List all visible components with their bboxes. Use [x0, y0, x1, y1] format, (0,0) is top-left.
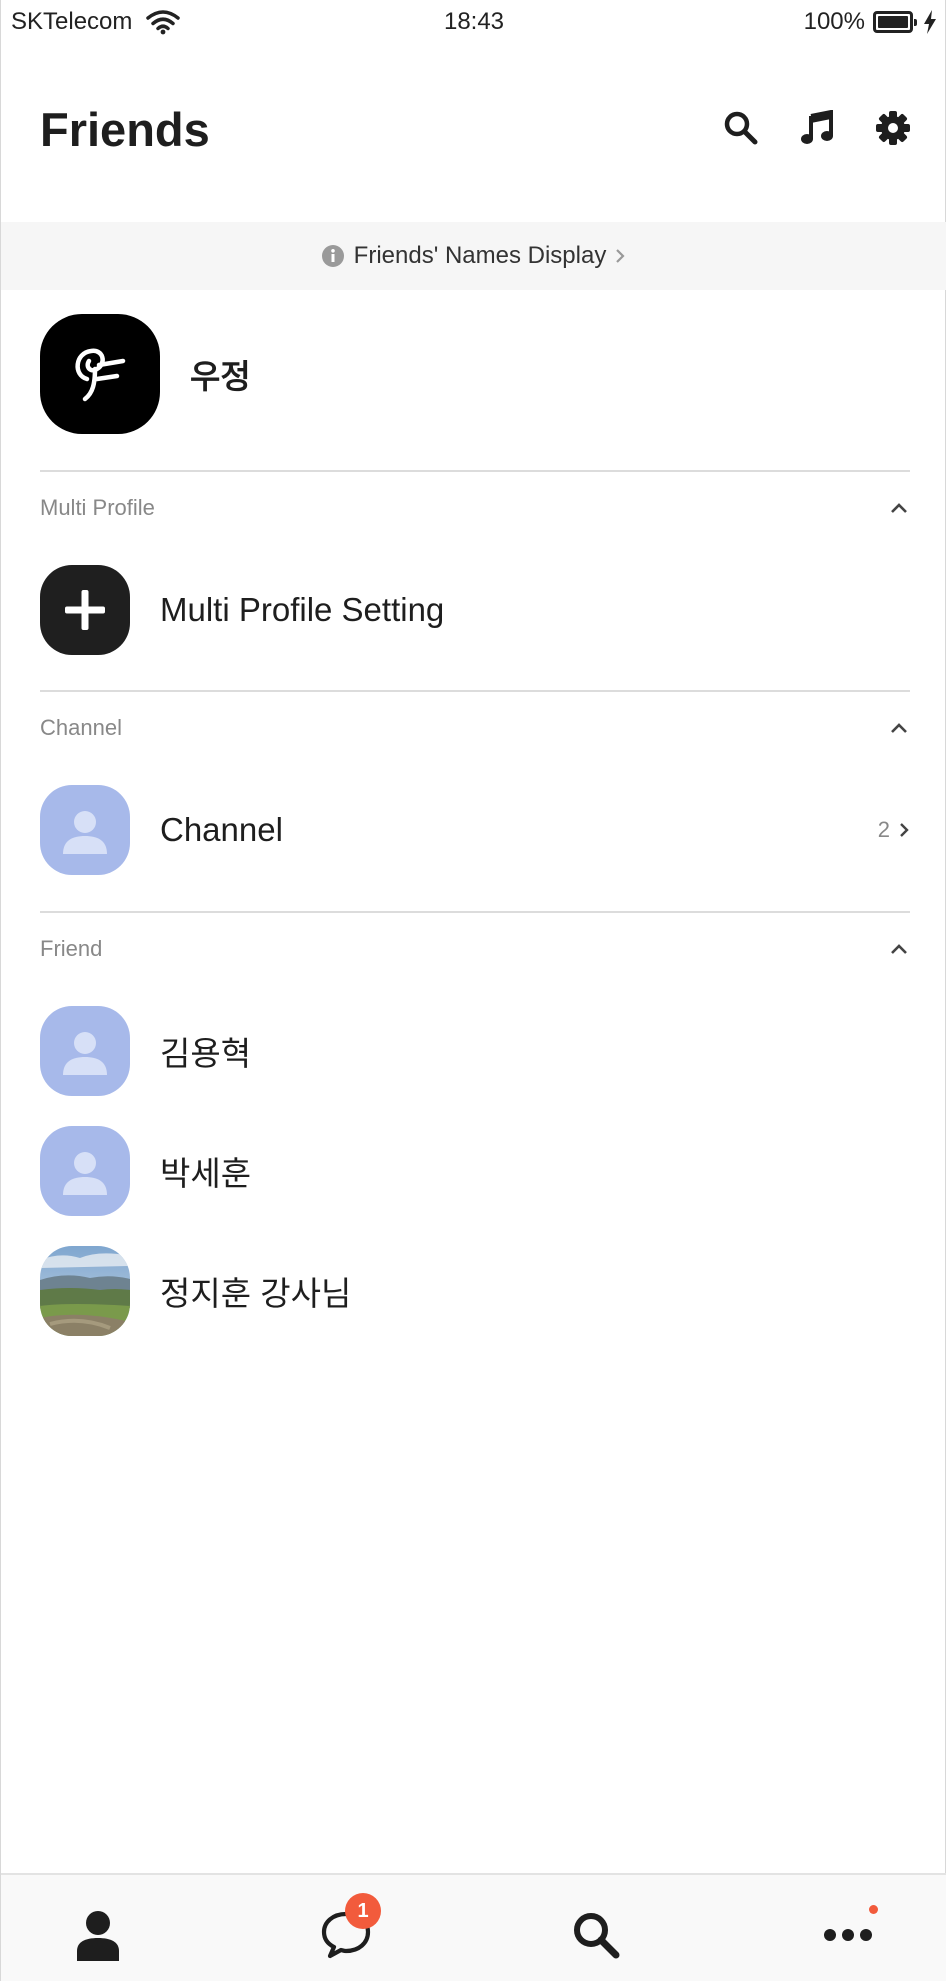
more-tab[interactable]	[818, 1905, 878, 1965]
channel-row[interactable]: Channel 2	[40, 785, 910, 875]
count-label: 2	[877, 817, 890, 842]
friends-screen: SKTelecom 18:43 100% Friends Friends' Na…	[0, 0, 946, 1981]
search-tab[interactable]	[566, 1905, 626, 1965]
status-bar: SKTelecom 18:43 100%	[1, 0, 946, 46]
more-icon	[824, 1929, 872, 1941]
divider	[40, 470, 910, 472]
my-profile[interactable]: 우정	[40, 314, 910, 434]
music-icon[interactable]	[797, 108, 837, 148]
page-title: Friends	[40, 103, 210, 156]
friend-name: 정지훈 강사님	[160, 1275, 352, 1312]
chevron-right-icon	[900, 823, 909, 837]
header: Friends	[1, 80, 946, 184]
friend-name: 박세훈	[160, 1155, 252, 1192]
section-label: Friend	[40, 936, 103, 961]
friend-name: 김용혁	[160, 1035, 252, 1072]
search-icon[interactable]	[721, 108, 761, 148]
chevron-up-icon	[891, 944, 907, 954]
battery-status: 100%	[804, 8, 937, 36]
chevron-right-icon	[616, 249, 625, 263]
divider	[40, 911, 910, 913]
my-profile-name: 우정	[190, 358, 251, 395]
friend-row[interactable]: 박세훈	[40, 1126, 910, 1216]
friend-row[interactable]: 김용혁	[40, 1006, 910, 1096]
info-icon	[321, 245, 344, 267]
friend-row[interactable]: 정지훈 강사님	[40, 1246, 910, 1336]
chevron-up-icon	[891, 503, 907, 513]
add-profile-icon	[40, 565, 130, 655]
section-header-friend[interactable]: Friend	[40, 929, 910, 969]
chevron-up-icon	[891, 723, 907, 733]
landscape-photo	[40, 1246, 130, 1336]
section-label: Channel	[40, 715, 122, 740]
battery-percent: 100%	[803, 8, 865, 35]
avatar	[40, 1006, 130, 1096]
search-icon	[574, 1913, 620, 1959]
charging-icon	[924, 10, 936, 34]
avatar	[40, 785, 130, 875]
logo-icon	[75, 348, 126, 402]
notification-dot	[869, 1905, 878, 1914]
person-icon	[77, 1911, 119, 1961]
avatar-photo	[40, 1246, 130, 1336]
person-icon	[63, 1152, 107, 1195]
person-icon	[63, 1032, 107, 1075]
settings-icon[interactable]	[873, 108, 913, 148]
multi-profile-setting[interactable]: Multi Profile Setting	[40, 565, 910, 655]
battery-icon	[873, 11, 917, 33]
section-label: Multi Profile	[40, 495, 155, 520]
bottom-nav: 1	[1, 1873, 946, 1981]
row-label: Multi Profile Setting	[160, 591, 445, 628]
names-display-notice[interactable]: Friends' Names Display	[1, 222, 946, 290]
divider	[40, 690, 910, 692]
section-header-channel[interactable]: Channel	[40, 708, 910, 748]
notice-text: Friends' Names Display	[353, 242, 607, 269]
friends-tab[interactable]	[68, 1905, 128, 1965]
row-label: Channel	[160, 811, 283, 848]
chat-badge: 1	[345, 1893, 381, 1929]
section-header-multi-profile[interactable]: Multi Profile	[40, 488, 910, 528]
person-icon	[63, 811, 107, 854]
avatar	[40, 1126, 130, 1216]
channel-count: 2	[878, 817, 910, 843]
my-avatar	[40, 314, 160, 434]
